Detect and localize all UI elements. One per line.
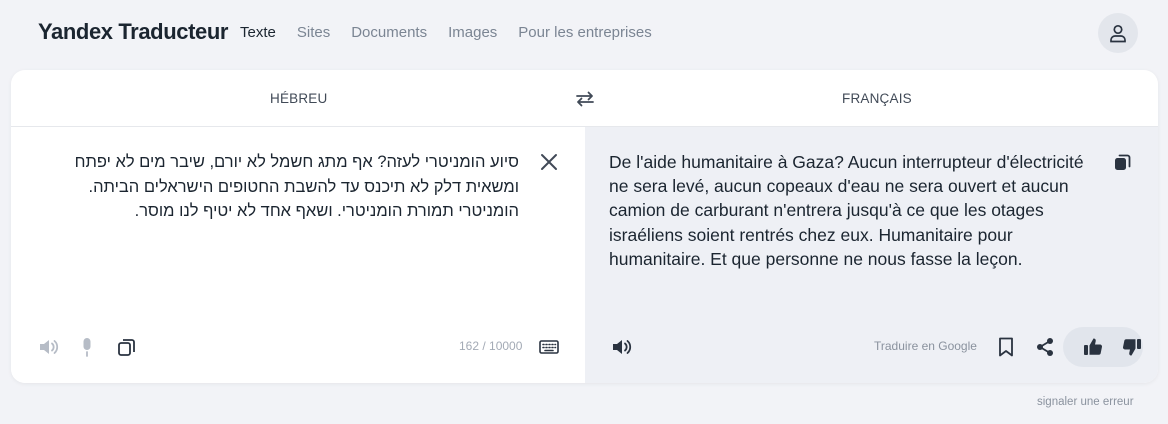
source-language-button[interactable]: HÉBREU — [270, 91, 327, 106]
nav-item-texte[interactable]: Texte — [240, 24, 276, 41]
nav-item-entreprises[interactable]: Pour les entreprises — [518, 24, 651, 41]
keyboard-icon[interactable] — [537, 335, 561, 359]
main-nav: Texte Sites Documents Images Pour les en… — [240, 24, 673, 41]
language-bar: HÉBREU FRANÇAIS — [11, 70, 1158, 127]
user-icon[interactable] — [1098, 13, 1138, 53]
swap-arrows-icon[interactable] — [574, 88, 596, 110]
copy-icon[interactable] — [1111, 150, 1135, 174]
character-counter: 162 / 10000 — [459, 339, 523, 353]
nav-item-sites[interactable]: Sites — [297, 24, 330, 41]
thumbs-up-icon[interactable] — [1081, 335, 1105, 359]
share-icon[interactable] — [1033, 335, 1057, 359]
nav-item-documents[interactable]: Documents — [351, 24, 427, 41]
logo[interactable]: Yandex Traducteur — [38, 19, 228, 45]
copy-icon[interactable] — [115, 335, 139, 359]
header: Yandex Traducteur Texte Sites Documents … — [0, 0, 1168, 66]
target-language-button[interactable]: FRANÇAIS — [842, 91, 912, 106]
nav-item-images[interactable]: Images — [448, 24, 497, 41]
thumbs-down-icon[interactable] — [1120, 335, 1144, 359]
close-icon[interactable] — [538, 151, 560, 173]
translator-card: HÉBREU FRANÇAIS סיוע הומניטרי לעזה? אף מ… — [11, 70, 1158, 383]
source-panel: סיוע הומניטרי לעזה? אף מתג חשמל לא יורם,… — [11, 127, 585, 383]
target-panel: De l'aide humanitaire à Gaza? Aucun inte… — [585, 127, 1158, 383]
report-error-link[interactable]: signaler une erreur — [1037, 396, 1134, 408]
speaker-icon[interactable] — [609, 335, 633, 359]
source-text-input[interactable]: סיוע הומניטרי לעזה? אף מתג חשמל לא יורם,… — [35, 150, 519, 224]
speaker-icon[interactable] — [36, 335, 60, 359]
bookmark-icon[interactable] — [994, 335, 1018, 359]
translation-output: De l'aide humanitaire à Gaza? Aucun inte… — [609, 152, 1084, 269]
translate-in-google-link[interactable]: Traduire en Google — [874, 339, 977, 353]
microphone-icon[interactable] — [75, 335, 99, 359]
